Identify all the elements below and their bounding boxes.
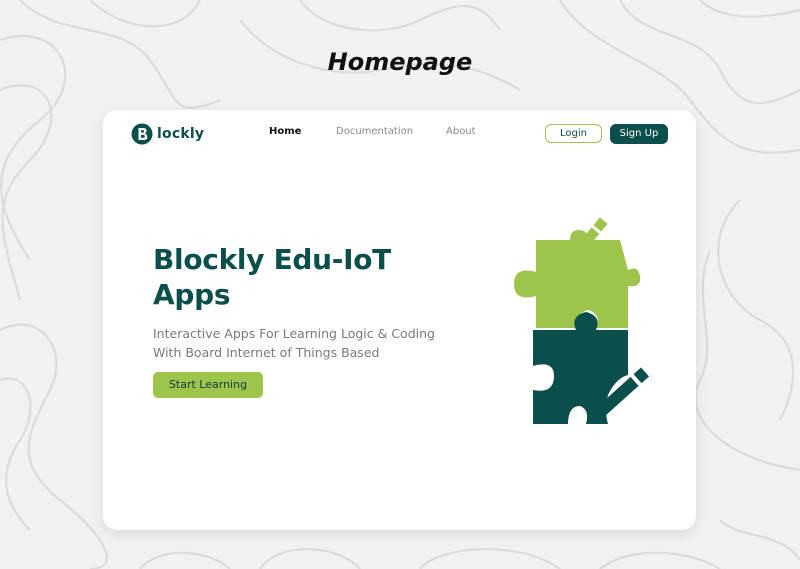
hero-subtitle-line1: Interactive Apps For Learning Logic & Co… xyxy=(153,326,435,341)
hero-title: Blockly Edu-IoT Apps xyxy=(153,242,453,312)
hero-subtitle-line2: With Board Internet of Things Based xyxy=(153,345,380,360)
website-mockup-card: lockly Home Documentation About Login Si… xyxy=(103,110,696,530)
page-heading: Homepage xyxy=(327,48,473,76)
brand-logo[interactable]: lockly xyxy=(131,122,204,146)
hero-title-line2: Apps xyxy=(153,278,231,311)
signup-button[interactable]: Sign Up xyxy=(610,124,668,144)
nav-documentation[interactable]: Documentation xyxy=(336,126,413,137)
puzzle-pencil-illustration xyxy=(514,217,650,424)
hero-subtitle: Interactive Apps For Learning Logic & Co… xyxy=(153,324,463,362)
brand-name: lockly xyxy=(157,126,205,142)
nav-home[interactable]: Home xyxy=(269,126,301,137)
hero-title-line1: Blockly Edu-IoT xyxy=(153,243,391,276)
login-button[interactable]: Login xyxy=(545,124,602,143)
start-learning-button[interactable]: Start Learning xyxy=(153,372,263,398)
nav-about[interactable]: About xyxy=(446,126,476,137)
logo-b-icon xyxy=(131,123,153,145)
